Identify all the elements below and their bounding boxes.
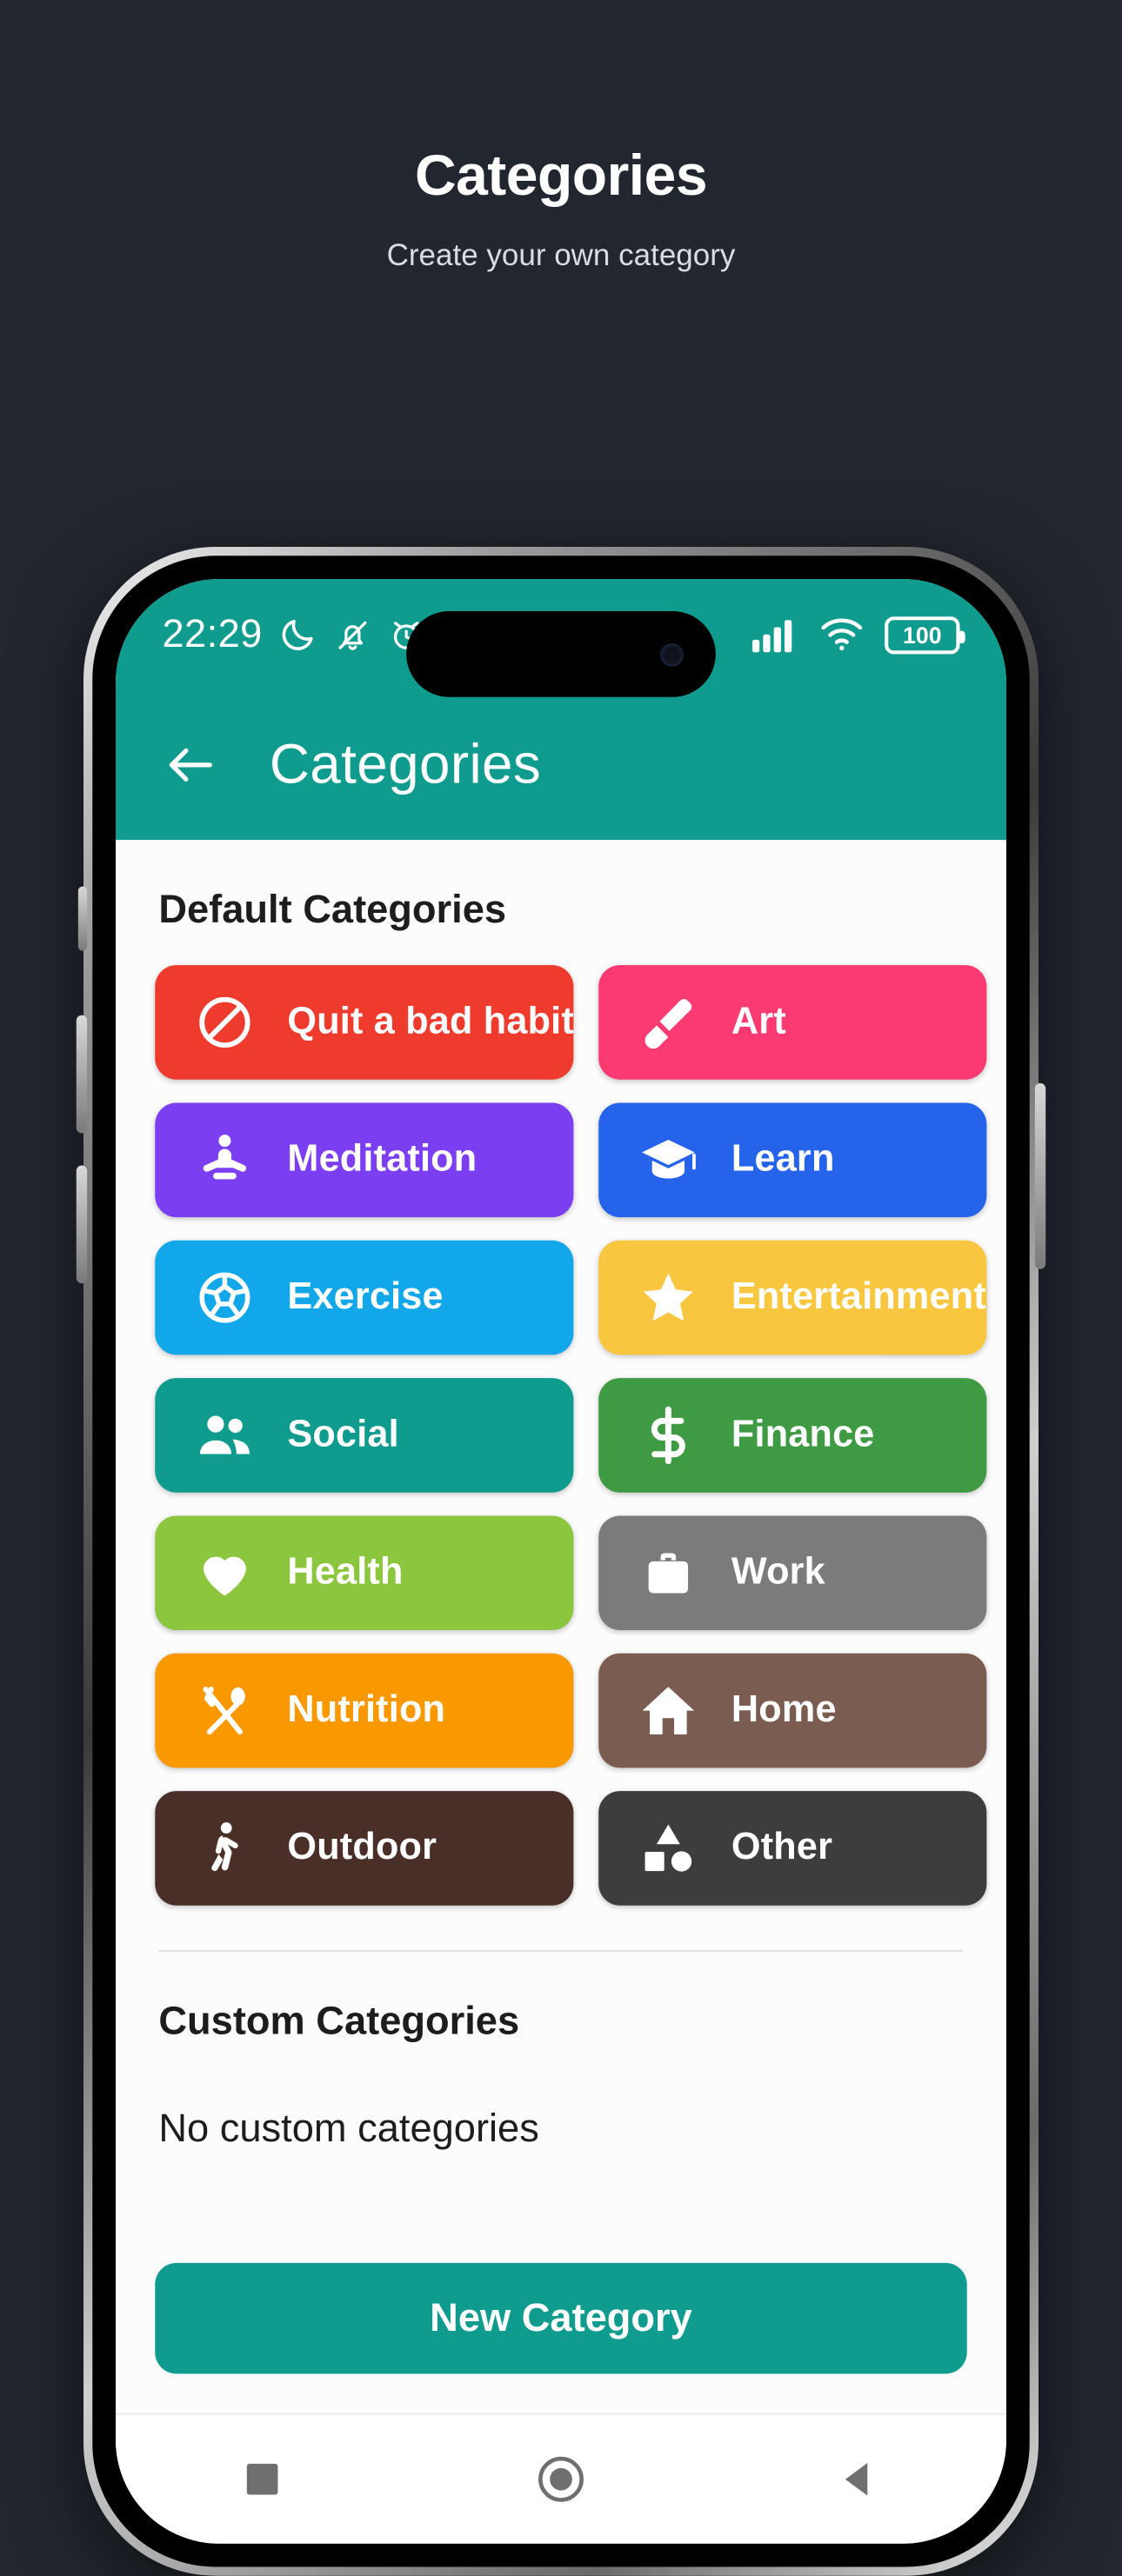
category-card-entertainment[interactable]: Entertainment — [598, 1240, 986, 1355]
custom-categories-empty-state: No custom categories — [158, 2105, 539, 2151]
graduation-cap-icon — [642, 1139, 697, 1179]
bell-muted-icon — [338, 620, 367, 649]
category-card-home[interactable]: Home — [598, 1653, 986, 1768]
shapes-icon — [645, 1824, 692, 1872]
phone-volume-down-button[interactable] — [76, 1165, 88, 1284]
wifi-icon — [821, 618, 863, 651]
custom-categories-heading: Custom Categories — [158, 1998, 520, 2044]
category-card-quit-a-bad-habit[interactable]: Quit a bad habit — [155, 965, 574, 1080]
category-label: Outdoor — [287, 1827, 437, 1868]
app-content: Default Categories Quit a bad habit Art … — [116, 840, 1006, 2413]
app-bar-title: Categories — [269, 732, 542, 795]
category-card-social[interactable]: Social — [155, 1378, 574, 1493]
category-label: Meditation — [287, 1138, 478, 1180]
status-bar: 22:29 100 — [116, 579, 1006, 697]
block-icon — [199, 996, 250, 1048]
heart-icon — [203, 1556, 246, 1596]
page-title: Categories — [414, 143, 708, 207]
page-subtitle: Create your own category — [386, 238, 736, 272]
triangle-back-icon[interactable] — [836, 2456, 882, 2502]
battery-icon: 100 — [885, 616, 965, 654]
soccer-ball-icon — [199, 1272, 250, 1323]
new-category-button[interactable]: New Category — [155, 2262, 967, 2374]
category-label: Finance — [731, 1414, 875, 1455]
category-label: Quit a bad habit — [287, 1001, 574, 1042]
category-label: Work — [731, 1551, 825, 1593]
dynamic-island — [406, 611, 716, 697]
default-categories-grid: Quit a bad habit Art Meditation Learn Ex… — [155, 965, 986, 1906]
status-bar-clock: 22:29 — [162, 611, 263, 656]
category-label: Social — [287, 1414, 399, 1455]
paintbrush-icon — [645, 999, 692, 1049]
category-label: Art — [731, 1001, 786, 1042]
phone-bezel: 22:29 100 Categories Default Categories … — [92, 556, 1030, 2567]
status-bar-right: 100 — [752, 616, 965, 654]
phone-silent-switch[interactable] — [77, 886, 88, 951]
category-label: Other — [731, 1827, 833, 1868]
category-card-other[interactable]: Other — [598, 1791, 986, 1906]
phone-mockup: 22:29 100 Categories Default Categories … — [76, 547, 1046, 2576]
android-nav-bar — [116, 2413, 1006, 2544]
circle-home-icon[interactable] — [534, 2453, 588, 2506]
house-icon — [643, 1687, 695, 1734]
promo-header: Categories Create your own category — [0, 0, 1122, 273]
dollar-icon — [651, 1406, 686, 1465]
category-label: Home — [731, 1688, 837, 1731]
category-card-art[interactable]: Art — [598, 965, 986, 1080]
category-label: Exercise — [287, 1275, 444, 1318]
category-card-outdoor[interactable]: Outdoor — [155, 1791, 574, 1906]
cellular-signal-icon — [752, 620, 792, 653]
category-card-nutrition[interactable]: Nutrition — [155, 1653, 574, 1768]
front-camera-icon — [660, 642, 684, 666]
category-label: Entertainment — [731, 1275, 986, 1318]
category-card-meditation[interactable]: Meditation — [155, 1102, 574, 1218]
square-recents-icon[interactable] — [240, 2456, 286, 2502]
battery-level: 100 — [903, 621, 942, 649]
category-label: Learn — [731, 1138, 835, 1180]
moon-icon — [282, 619, 313, 650]
briefcase-icon — [649, 1553, 689, 1594]
category-card-finance[interactable]: Finance — [598, 1378, 986, 1493]
category-card-work[interactable]: Work — [598, 1515, 986, 1631]
meditation-icon — [203, 1135, 247, 1180]
people-icon — [199, 1415, 250, 1454]
back-arrow-icon[interactable] — [162, 736, 219, 794]
category-card-learn[interactable]: Learn — [598, 1102, 986, 1218]
category-label: Health — [287, 1551, 404, 1593]
app-bar: Categories — [116, 689, 1006, 841]
default-categories-heading: Default Categories — [158, 886, 507, 932]
fork-spoon-icon — [203, 1687, 245, 1735]
phone-power-button[interactable] — [1034, 1082, 1046, 1269]
category-label: Nutrition — [287, 1688, 446, 1731]
star-icon — [644, 1273, 694, 1321]
phone-frame: 22:29 100 Categories Default Categories … — [76, 547, 1046, 2576]
walking-person-icon — [211, 1822, 238, 1872]
phone-volume-up-button[interactable] — [76, 1015, 88, 1134]
category-card-exercise[interactable]: Exercise — [155, 1240, 574, 1355]
phone-screen: 22:29 100 Categories Default Categories … — [116, 579, 1006, 2544]
category-card-health[interactable]: Health — [155, 1515, 574, 1631]
section-divider — [158, 1950, 964, 1953]
